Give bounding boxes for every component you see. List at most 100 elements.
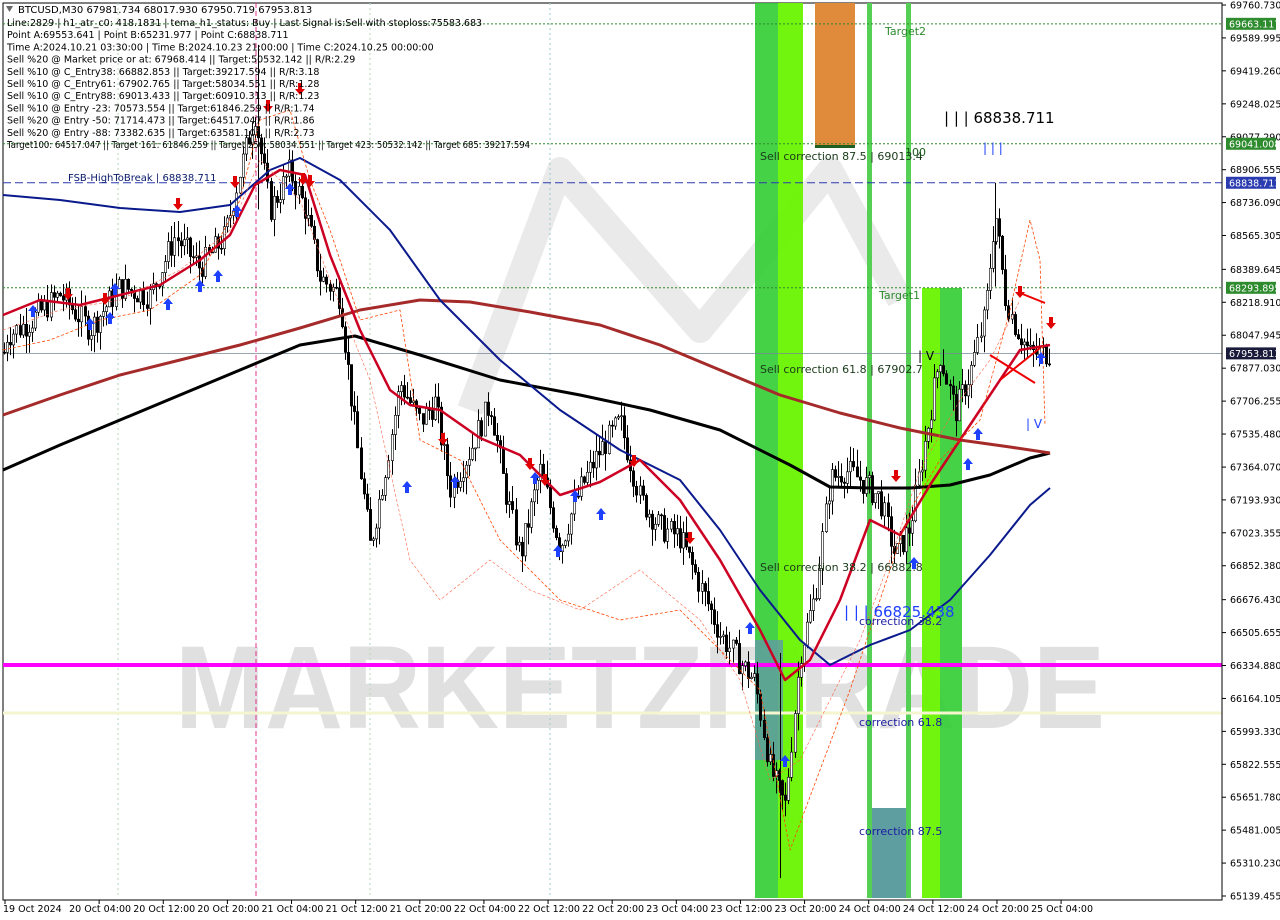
candle-body — [362, 478, 366, 495]
candle-body — [938, 365, 942, 373]
candle-body — [997, 218, 1001, 237]
candle-body — [42, 300, 46, 311]
candle-body — [675, 528, 679, 535]
x-tick-label: 23 Oct 20:00 — [775, 904, 837, 915]
candle-body — [262, 153, 266, 164]
wave4-label: | V — [918, 349, 935, 363]
candle-body — [901, 535, 905, 553]
candle-body — [864, 477, 868, 494]
candle-body — [607, 424, 611, 454]
candle-body — [149, 289, 153, 309]
candle-body — [90, 335, 94, 340]
candle-body — [377, 498, 381, 529]
candle-body — [991, 241, 995, 269]
y-tick-label: 68218.910 — [1230, 298, 1280, 309]
candle-body — [1000, 235, 1004, 270]
candle-body — [907, 527, 911, 534]
candle-body — [811, 598, 815, 611]
candle-body — [386, 460, 390, 478]
candle-body — [653, 523, 657, 530]
candle-body — [486, 401, 490, 416]
candle-body — [293, 181, 297, 196]
candle-body — [458, 481, 462, 488]
candle-body — [619, 415, 623, 418]
x-tick-label: 21 Oct 20:00 — [390, 904, 452, 915]
candle-body — [808, 610, 812, 623]
correction-382-label: correction 38.2 — [859, 615, 942, 628]
candle-body — [479, 420, 483, 437]
candle-body — [693, 564, 697, 573]
candle-body — [220, 247, 224, 250]
candle-body — [183, 239, 187, 247]
hundred-label: 100 — [905, 146, 926, 159]
candle-body — [281, 176, 285, 200]
candle-body — [851, 461, 855, 468]
candle-body — [12, 333, 16, 346]
candle-body — [954, 394, 958, 422]
info-line: Sell %10 @ C_Entry38: 66882.853 || Targe… — [7, 67, 319, 78]
candle-body — [951, 385, 955, 395]
candle-body — [641, 485, 645, 496]
candle-body — [665, 528, 669, 542]
candle-body — [576, 495, 580, 498]
target1-label: Target1 — [878, 289, 920, 302]
candle-body — [127, 278, 131, 290]
candle-body — [21, 323, 25, 336]
candle-body — [802, 644, 806, 664]
candle-body — [700, 583, 704, 592]
candle-body — [368, 509, 372, 541]
candle-body — [858, 476, 862, 481]
candle-body — [768, 754, 772, 763]
candle-body — [180, 240, 184, 247]
candle-body — [935, 371, 939, 379]
candle-body — [718, 636, 722, 638]
candle-body — [136, 298, 140, 303]
thin-green-bar-2 — [906, 3, 911, 898]
candle-body — [52, 292, 56, 298]
candle-body — [309, 214, 313, 227]
x-tick-label: 24 Oct 20:00 — [967, 904, 1029, 915]
candle-body — [796, 676, 800, 714]
candle-body — [192, 256, 196, 258]
candle-body — [6, 342, 10, 353]
candle-body — [483, 401, 487, 437]
candle-body — [979, 335, 983, 338]
candle-body — [650, 513, 654, 530]
x-tick-label: 22 Oct 20:00 — [582, 904, 644, 915]
candle-body — [402, 385, 406, 398]
candle-body — [526, 523, 530, 528]
candle-body — [411, 400, 415, 403]
y-tick-label: 65481.005 — [1230, 826, 1280, 837]
y-tick-label: 68565.305 — [1230, 231, 1280, 242]
candle-body — [941, 365, 945, 375]
candle-body — [529, 501, 533, 528]
candle-body — [985, 290, 989, 311]
candle-body — [960, 384, 964, 390]
candle-body — [827, 500, 831, 505]
candle-body — [690, 552, 694, 565]
candle-body — [507, 501, 511, 505]
candle-body — [189, 237, 193, 257]
price-chart[interactable]: MARKETZITRADE FSB-HighToBreak | 68838.711… — [0, 0, 1280, 920]
y-tick-label: 66676.430 — [1230, 595, 1280, 606]
candle-body — [724, 634, 728, 652]
y-tick-label: 68389.645 — [1230, 265, 1280, 276]
candle-body — [669, 521, 673, 530]
orange-zone-base — [815, 145, 855, 148]
candle-body — [743, 661, 747, 667]
candle-body — [473, 447, 477, 450]
candle-body — [749, 676, 753, 679]
candle-body — [929, 419, 933, 429]
candle-body — [430, 410, 434, 420]
candle-body — [616, 416, 620, 419]
candle-body — [242, 153, 246, 178]
candle-body — [510, 501, 514, 511]
candle-body — [727, 647, 731, 652]
candle-body — [467, 459, 471, 466]
candle-body — [417, 408, 421, 414]
y-tick-label: 66334.880 — [1230, 661, 1280, 672]
y-tick-label: 68906.555 — [1230, 165, 1280, 176]
candle-body — [696, 571, 700, 592]
x-tick-label: 23 Oct 12:00 — [710, 904, 772, 915]
candle-body — [334, 286, 338, 289]
